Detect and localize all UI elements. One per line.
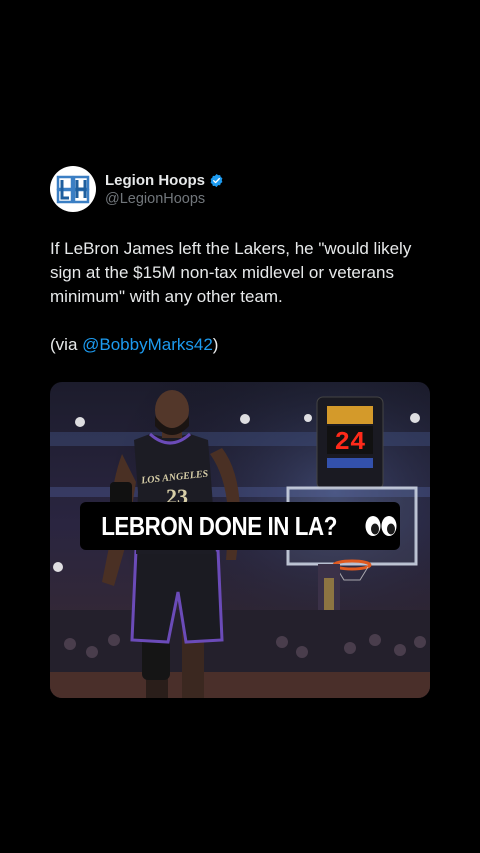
mention-link[interactable]: @BobbyMarks42 bbox=[82, 335, 213, 354]
avatar[interactable] bbox=[50, 166, 96, 212]
caption-text: LEBRON DONE IN LA? bbox=[101, 510, 337, 541]
handle[interactable]: @LegionHoops bbox=[105, 191, 224, 207]
shot-clock: 24 bbox=[316, 396, 384, 490]
tweet-header: Legion Hoops @LegionHoops bbox=[50, 165, 430, 213]
shot-clock-value: 24 bbox=[334, 427, 365, 457]
tweet-card: Legion Hoops @LegionHoops If LeBron Jame… bbox=[50, 165, 430, 357]
media-caption-overlay: LEBRON DONE IN LA? bbox=[80, 502, 400, 550]
author-names: Legion Hoops @LegionHoops bbox=[105, 172, 224, 207]
via-prefix: (via bbox=[50, 335, 83, 354]
verified-badge-icon bbox=[209, 173, 224, 188]
via-suffix: ) bbox=[212, 335, 219, 354]
eyes-emoji-icon bbox=[364, 515, 398, 537]
via-line: (via @BobbyMarks42) bbox=[50, 333, 430, 357]
legion-hoops-logo-icon bbox=[56, 175, 90, 204]
name-row: Legion Hoops bbox=[105, 172, 224, 189]
display-name[interactable]: Legion Hoops bbox=[105, 172, 205, 189]
tweet-text: If LeBron James left the Lakers, he "wou… bbox=[50, 239, 412, 306]
